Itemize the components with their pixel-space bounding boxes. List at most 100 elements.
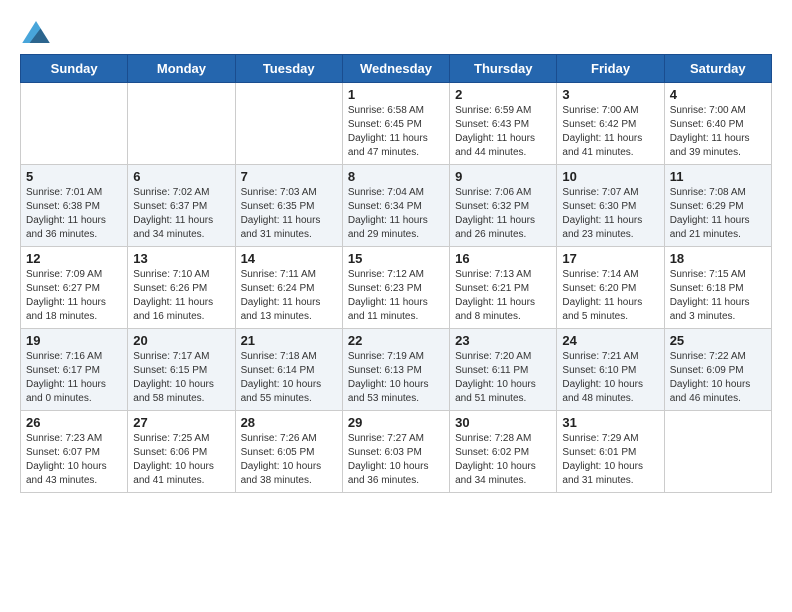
day-header-friday: Friday [557,55,664,83]
calendar-cell: 24Sunrise: 7:21 AM Sunset: 6:10 PM Dayli… [557,329,664,411]
day-info: Sunrise: 7:12 AM Sunset: 6:23 PM Dayligh… [348,268,444,324]
day-info: Sunrise: 7:04 AM Sunset: 6:34 PM Dayligh… [348,186,444,242]
day-number: 7 [241,169,337,184]
day-info: Sunrise: 7:27 AM Sunset: 6:03 PM Dayligh… [348,432,444,488]
calendar-cell: 22 Sunrise: 7:19 AM Sunset: 6:13 PM Dayli… [342,329,449,411]
week-row-5: 26 Sunrise: 7:23 AM Sunset: 6:07 PM Dayli… [21,411,772,493]
calendar-cell: 31 Sunrise: 7:29 AM Sunset: 6:01 PM Dayli… [557,411,664,493]
day-number: 5 [26,169,122,184]
day-info: Sunrise: 7:20 AM Sunset: 6:11 PM Dayligh… [455,350,551,406]
day-header-wednesday: Wednesday [342,55,449,83]
day-number: 9 [455,169,551,184]
week-row-1: 1 Sunrise: 6:58 AM Sunset: 6:45 PM Daylig… [21,83,772,165]
calendar-cell: 17 Sunrise: 7:14 AM Sunset: 6:20 PM Dayli… [557,247,664,329]
day-number: 17 [562,251,658,266]
calendar-cell: 18Sunrise: 7:15 AM Sunset: 6:18 PM Dayli… [664,247,771,329]
day-info: Sunrise: 7:00 AM Sunset: 6:40 PM Dayligh… [670,104,766,160]
day-info: Sunrise: 7:19 AM Sunset: 6:13 PM Dayligh… [348,350,444,406]
day-number: 27 [133,415,229,430]
day-header-tuesday: Tuesday [235,55,342,83]
day-number: 30 [455,415,551,430]
logo [20,20,50,44]
calendar-cell: 21 Sunrise: 7:18 AM Sunset: 6:14 PM Dayli… [235,329,342,411]
day-info: Sunrise: 7:07 AM Sunset: 6:30 PM Dayligh… [562,186,658,242]
day-info: Sunrise: 7:25 AM Sunset: 6:06 PM Dayligh… [133,432,229,488]
calendar-cell: 14 Sunrise: 7:11 AM Sunset: 6:24 PM Dayli… [235,247,342,329]
day-number: 28 [241,415,337,430]
day-number: 3 [562,87,658,102]
day-number: 19 [26,333,122,348]
day-number: 2 [455,87,551,102]
day-info: Sunrise: 6:58 AM Sunset: 6:45 PM Dayligh… [348,104,444,160]
day-number: 20 [133,333,229,348]
day-number: 4 [670,87,766,102]
calendar-cell: 13 Sunrise: 7:10 AM Sunset: 6:26 PM Dayli… [128,247,235,329]
day-number: 12 [26,251,122,266]
day-info: Sunrise: 7:11 AM Sunset: 6:24 PM Dayligh… [241,268,337,324]
day-info: Sunrise: 7:10 AM Sunset: 6:26 PM Dayligh… [133,268,229,324]
calendar-cell: 8 Sunrise: 7:04 AM Sunset: 6:34 PM Daylig… [342,165,449,247]
day-header-sunday: Sunday [21,55,128,83]
week-row-2: 5 Sunrise: 7:01 AM Sunset: 6:38 PM Daylig… [21,165,772,247]
calendar-cell: 30 Sunrise: 7:28 AM Sunset: 6:02 PM Dayli… [450,411,557,493]
header-row: SundayMondayTuesdayWednesdayThursdayFrid… [21,55,772,83]
calendar-cell: 25 Sunrise: 7:22 AM Sunset: 6:09 PM Dayli… [664,329,771,411]
calendar-cell: 6Sunrise: 7:02 AM Sunset: 6:37 PM Daylig… [128,165,235,247]
calendar-cell: 20 Sunrise: 7:17 AM Sunset: 6:15 PM Dayli… [128,329,235,411]
day-info: Sunrise: 7:28 AM Sunset: 6:02 PM Dayligh… [455,432,551,488]
day-number: 8 [348,169,444,184]
day-number: 11 [670,169,766,184]
calendar-cell: 5 Sunrise: 7:01 AM Sunset: 6:38 PM Daylig… [21,165,128,247]
calendar-cell: 12 Sunrise: 7:09 AM Sunset: 6:27 PM Dayli… [21,247,128,329]
day-number: 13 [133,251,229,266]
day-number: 16 [455,251,551,266]
calendar-cell: 2 Sunrise: 6:59 AM Sunset: 6:43 PM Daylig… [450,83,557,165]
calendar-cell: 4 Sunrise: 7:00 AM Sunset: 6:40 PM Daylig… [664,83,771,165]
calendar-cell: 16Sunrise: 7:13 AM Sunset: 6:21 PM Dayli… [450,247,557,329]
day-header-monday: Monday [128,55,235,83]
calendar-cell [128,83,235,165]
day-number: 15 [348,251,444,266]
day-number: 26 [26,415,122,430]
day-info: Sunrise: 7:14 AM Sunset: 6:20 PM Dayligh… [562,268,658,324]
calendar-table: SundayMondayTuesdayWednesdayThursdayFrid… [20,54,772,493]
day-info: Sunrise: 7:17 AM Sunset: 6:15 PM Dayligh… [133,350,229,406]
calendar-cell: 27 Sunrise: 7:25 AM Sunset: 6:06 PM Dayli… [128,411,235,493]
day-info: Sunrise: 7:16 AM Sunset: 6:17 PM Dayligh… [26,350,122,406]
day-number: 24 [562,333,658,348]
day-number: 25 [670,333,766,348]
day-number: 23 [455,333,551,348]
calendar-cell [21,83,128,165]
day-number: 1 [348,87,444,102]
day-info: Sunrise: 7:01 AM Sunset: 6:38 PM Dayligh… [26,186,122,242]
week-row-4: 19 Sunrise: 7:16 AM Sunset: 6:17 PM Dayli… [21,329,772,411]
day-info: Sunrise: 7:26 AM Sunset: 6:05 PM Dayligh… [241,432,337,488]
calendar-cell: 1 Sunrise: 6:58 AM Sunset: 6:45 PM Daylig… [342,83,449,165]
page-header [20,20,772,44]
day-info: Sunrise: 7:09 AM Sunset: 6:27 PM Dayligh… [26,268,122,324]
calendar-cell [664,411,771,493]
calendar-cell: 28 Sunrise: 7:26 AM Sunset: 6:05 PM Dayli… [235,411,342,493]
day-info: Sunrise: 6:59 AM Sunset: 6:43 PM Dayligh… [455,104,551,160]
calendar-cell [235,83,342,165]
day-number: 29 [348,415,444,430]
calendar-cell: 26 Sunrise: 7:23 AM Sunset: 6:07 PM Dayli… [21,411,128,493]
day-info: Sunrise: 7:02 AM Sunset: 6:37 PM Dayligh… [133,186,229,242]
day-info: Sunrise: 7:18 AM Sunset: 6:14 PM Dayligh… [241,350,337,406]
calendar-cell: 7Sunrise: 7:03 AM Sunset: 6:35 PM Daylig… [235,165,342,247]
day-number: 21 [241,333,337,348]
logo-icon [22,21,50,43]
day-header-saturday: Saturday [664,55,771,83]
day-number: 31 [562,415,658,430]
day-info: Sunrise: 7:08 AM Sunset: 6:29 PM Dayligh… [670,186,766,242]
day-number: 22 [348,333,444,348]
week-row-3: 12 Sunrise: 7:09 AM Sunset: 6:27 PM Dayli… [21,247,772,329]
day-info: Sunrise: 7:22 AM Sunset: 6:09 PM Dayligh… [670,350,766,406]
day-number: 14 [241,251,337,266]
day-info: Sunrise: 7:23 AM Sunset: 6:07 PM Dayligh… [26,432,122,488]
day-info: Sunrise: 7:29 AM Sunset: 6:01 PM Dayligh… [562,432,658,488]
day-info: Sunrise: 7:15 AM Sunset: 6:18 PM Dayligh… [670,268,766,324]
day-number: 10 [562,169,658,184]
calendar-cell: 19 Sunrise: 7:16 AM Sunset: 6:17 PM Dayli… [21,329,128,411]
day-info: Sunrise: 7:06 AM Sunset: 6:32 PM Dayligh… [455,186,551,242]
